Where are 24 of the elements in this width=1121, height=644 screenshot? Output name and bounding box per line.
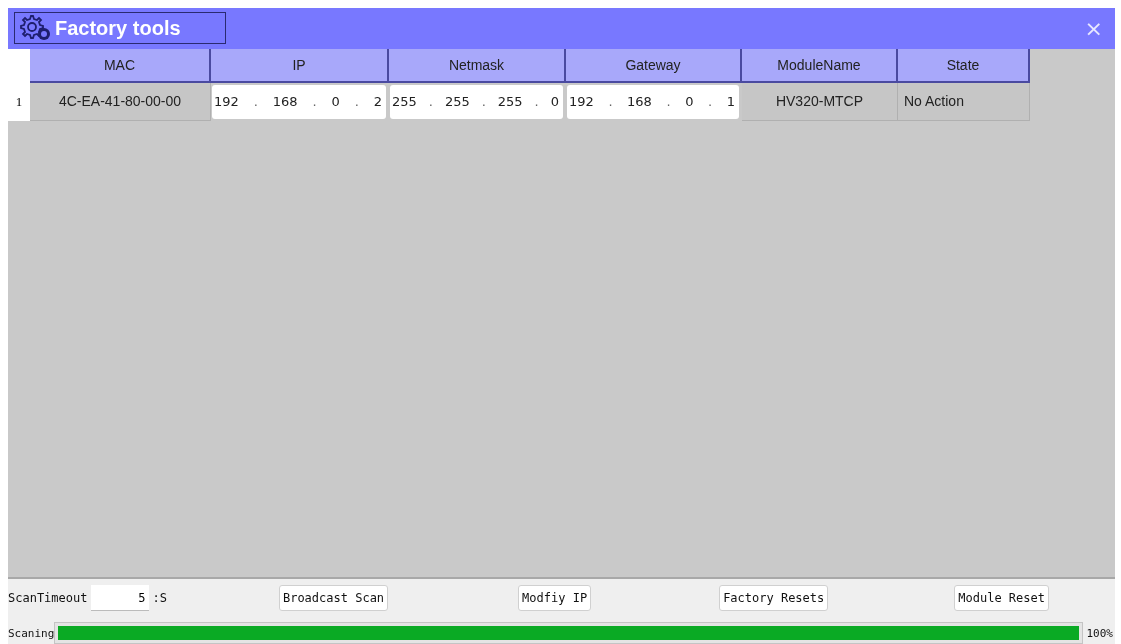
column-header[interactable]: MAC xyxy=(30,48,211,83)
column-header[interactable]: ModuleName xyxy=(742,48,898,83)
action-button[interactable]: Module Reset xyxy=(954,585,1049,612)
status-label: Scaning xyxy=(8,626,55,640)
ip-address-field[interactable]: 192 . 168 . 0 . 1 xyxy=(567,84,739,119)
gears-icon xyxy=(19,14,53,43)
ip-address-field[interactable]: 255 . 255 . 255 . 0 xyxy=(390,84,563,119)
column-header[interactable]: Netmask xyxy=(389,48,566,83)
column-header[interactable]: State xyxy=(898,48,1030,83)
table-cell: 4C-EA-41-80-00-00 xyxy=(30,82,211,121)
row-number: 1 xyxy=(8,82,30,121)
window-title: Factory tools xyxy=(55,16,181,40)
action-button[interactable]: Broadcast Scan xyxy=(278,585,389,612)
column-header[interactable]: IP xyxy=(211,48,389,83)
action-button[interactable]: Modfiy IP xyxy=(518,585,592,612)
table-cell: No Action xyxy=(898,82,1030,121)
table-cell: HV320-MTCP xyxy=(742,82,898,121)
action-button[interactable]: Factory Resets xyxy=(719,585,829,612)
progress-reading: 100% xyxy=(1085,626,1114,640)
timeout-field[interactable]: 5 xyxy=(91,585,150,612)
column-header[interactable]: Gateway xyxy=(566,48,742,83)
unit-label: :S xyxy=(152,591,167,606)
ip-address-field[interactable]: 192 . 168 . 0 . 2 xyxy=(212,84,386,119)
field-label: ScanTimeout xyxy=(8,591,88,606)
